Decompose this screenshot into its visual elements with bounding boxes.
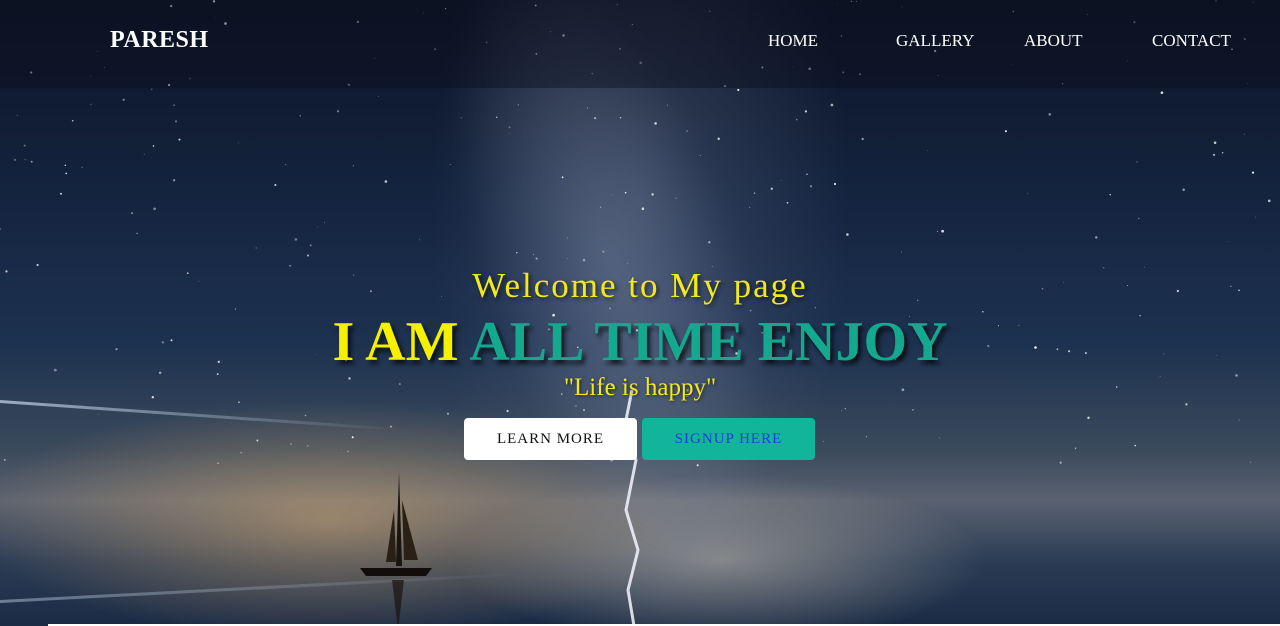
headline-part-yellow: I AM xyxy=(332,311,459,373)
signup-button[interactable]: SIGNUP HERE xyxy=(642,418,815,460)
hero-section: Welcome to My page I AM ALL TIME ENJOY "… xyxy=(0,0,1280,626)
welcome-heading: Welcome to My page xyxy=(472,266,808,305)
tagline: "Life is happy" xyxy=(563,374,717,401)
headline-part-teal: ALL TIME ENJOY xyxy=(469,311,948,373)
learn-more-button[interactable]: LEARN MORE xyxy=(464,418,637,460)
main-headline: I AM ALL TIME ENJOY xyxy=(0,310,1280,374)
